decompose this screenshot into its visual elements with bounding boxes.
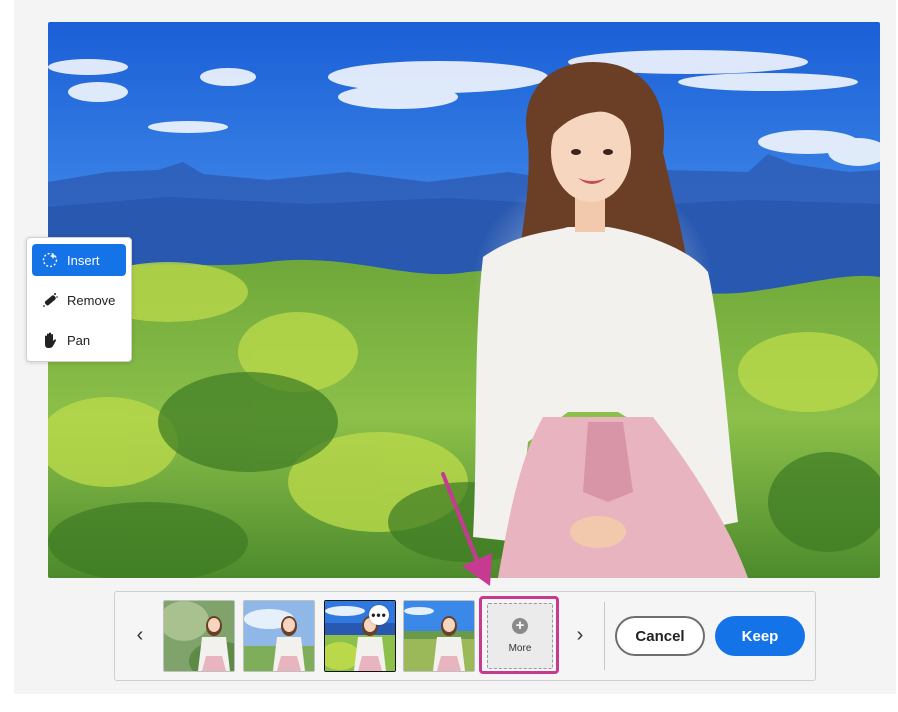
- pan-tool-label: Pan: [67, 332, 91, 348]
- variation-thumbnail[interactable]: [163, 600, 235, 672]
- more-options-button[interactable]: •••: [369, 605, 389, 625]
- cancel-button[interactable]: Cancel: [615, 616, 705, 656]
- divider: [604, 602, 605, 670]
- variation-thumbnail[interactable]: [403, 600, 475, 672]
- variation-strip: ‹ ••• + More › Cancel Keep: [114, 591, 816, 681]
- composite-photo: [48, 22, 880, 578]
- tool-panel: Insert Remove Pan: [26, 237, 132, 362]
- insert-tool-button[interactable]: Insert: [32, 244, 126, 276]
- remove-icon: [41, 291, 59, 309]
- chevron-left-icon[interactable]: ‹: [130, 622, 150, 648]
- pan-tool-button[interactable]: Pan: [32, 324, 126, 356]
- more-variations-button[interactable]: + More: [487, 603, 553, 669]
- remove-tool-label: Remove: [67, 292, 116, 308]
- insert-icon: [41, 251, 59, 269]
- plus-icon: +: [512, 618, 528, 634]
- image-canvas[interactable]: [48, 22, 880, 578]
- chevron-right-icon[interactable]: ›: [570, 622, 590, 648]
- variation-thumbnail-selected[interactable]: •••: [324, 600, 396, 672]
- remove-tool-button[interactable]: Remove: [32, 284, 126, 316]
- more-highlight: + More: [479, 596, 559, 674]
- variation-thumbnail[interactable]: [243, 600, 315, 672]
- keep-button[interactable]: Keep: [715, 616, 805, 656]
- more-label: More: [508, 643, 532, 654]
- hand-icon: [41, 331, 59, 349]
- insert-tool-label: Insert: [67, 252, 100, 268]
